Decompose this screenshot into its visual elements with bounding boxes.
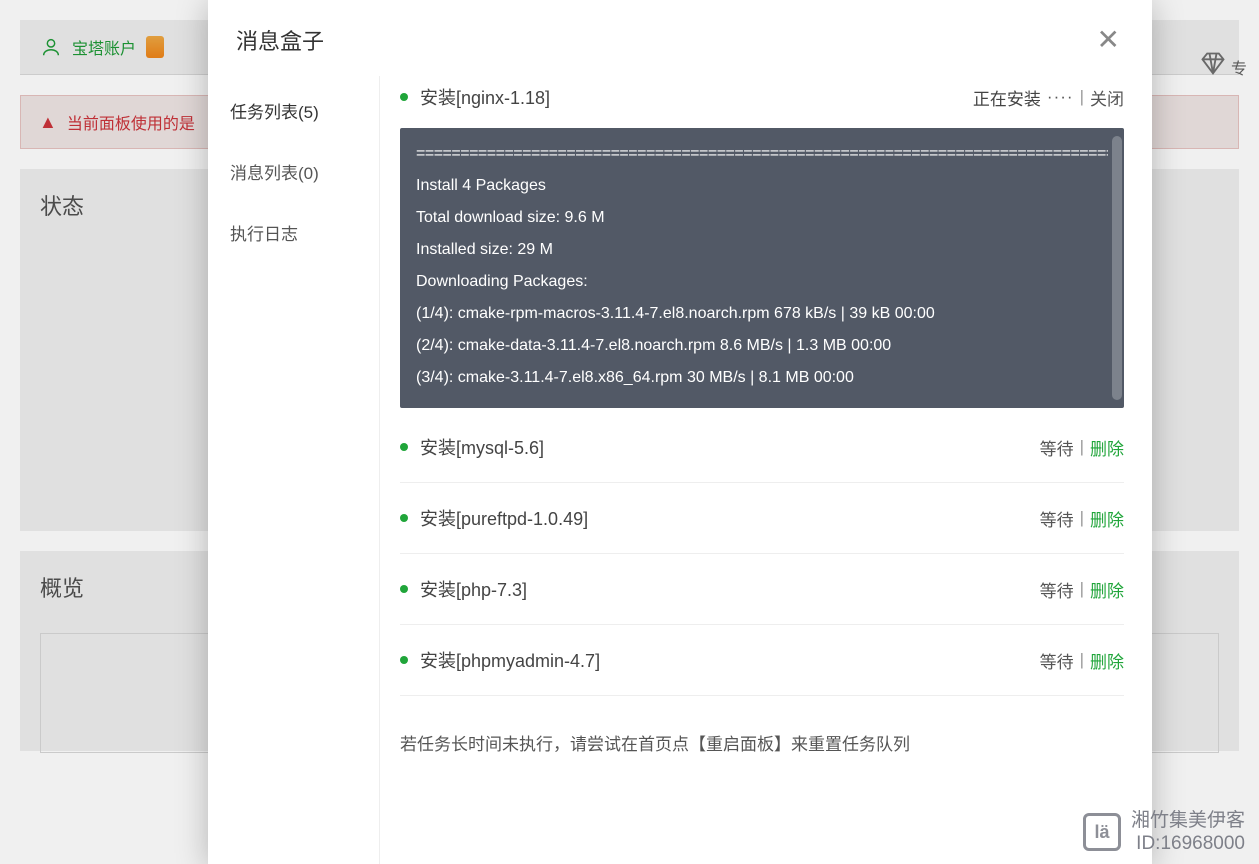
hint-text: 若任务长时间未执行，请尝试在首页点【重启面板】来重置任务队列 [400,696,1124,765]
terminal-output: ========================================… [400,128,1124,408]
delete-task-link[interactable]: 删除 [1090,435,1124,460]
tab-logs[interactable]: 执行日志 [208,202,379,263]
status-dot-icon [400,585,408,593]
terminal-scrollbar[interactable] [1112,136,1122,400]
status-dot-icon [400,93,408,101]
pro-label: 专 [1231,55,1247,79]
terminal-line: (2/4): cmake-data-3.11.4-7.el8.noarch.rp… [416,330,1108,362]
status-dot-icon [400,514,408,522]
task-row: 安装[phpmyadmin-4.7] 等待 | 删除 [400,625,1124,696]
modal-header: 消息盒子 ✕ [208,0,1152,76]
modal-title: 消息盒子 [236,24,324,56]
terminal-line: Installed size: 29 M [416,234,1108,266]
task-label: 安装[mysql-5.6] [420,434,544,460]
close-icon[interactable]: ✕ [1093,26,1124,54]
watermark: lä 湘竹集美伊客 ID:16968000 [1083,809,1245,857]
modal-side-tabs: 任务列表(5) 消息列表(0) 执行日志 [208,76,380,864]
loading-dots-icon: ···· [1047,87,1074,107]
terminal-line: Total download size: 9.6 M [416,202,1108,234]
task-label: 安装[php-7.3] [420,576,527,602]
task-row: 安装[mysql-5.6] 等待 | 删除 [400,412,1124,483]
status-dot-icon [400,443,408,451]
message-box-modal: 消息盒子 ✕ 任务列表(5) 消息列表(0) 执行日志 安装[nginx-1.1… [208,0,1152,864]
task-list: 安装[nginx-1.18] 正在安装 ···· | 关闭 ==========… [380,76,1152,864]
task-label: 安装[phpmyadmin-4.7] [420,647,600,673]
delete-task-link[interactable]: 删除 [1090,577,1124,602]
task-row: 安装[php-7.3] 等待 | 删除 [400,554,1124,625]
user-icon [40,36,62,58]
terminal-line: (3/4): cmake-3.11.4-7.el8.x86_64.rpm 30 … [416,362,1108,394]
pro-badge[interactable]: 专 [1199,50,1247,83]
terminal-line: ========================================… [416,138,1108,170]
watermark-line2: ID:16968000 [1131,832,1245,856]
task-label: 安装[pureftpd-1.0.49] [420,505,588,531]
tab-tasks[interactable]: 任务列表(5) [208,80,379,141]
delete-task-link[interactable]: 删除 [1090,506,1124,531]
watermark-logo-icon: lä [1083,813,1121,851]
terminal-line: Install 4 Packages [416,170,1108,202]
task-status: 等待 [1040,435,1074,460]
task-status: 正在安装 [973,85,1041,110]
terminal-line: Downloading Packages: [416,266,1108,298]
watermark-line1: 湘竹集美伊客 [1131,809,1245,833]
task-status: 等待 [1040,577,1074,602]
account-link[interactable]: 宝塔账户 [72,35,136,59]
tab-messages[interactable]: 消息列表(0) [208,141,379,202]
terminal-line: (1/4): cmake-rpm-macros-3.11.4-7.el8.noa… [416,298,1108,330]
close-task-link[interactable]: 关闭 [1090,85,1124,110]
task-status: 等待 [1040,648,1074,673]
task-label: 安装[nginx-1.18] [420,84,550,110]
warning-icon: ▲ [39,112,57,133]
task-row-active: 安装[nginx-1.18] 正在安装 ···· | 关闭 [400,76,1124,128]
package-icon [146,36,164,58]
task-status: 等待 [1040,506,1074,531]
task-row: 安装[pureftpd-1.0.49] 等待 | 删除 [400,483,1124,554]
status-dot-icon [400,656,408,664]
delete-task-link[interactable]: 删除 [1090,648,1124,673]
warning-text: 当前面板使用的是 [67,110,195,134]
diamond-icon [1199,50,1227,83]
